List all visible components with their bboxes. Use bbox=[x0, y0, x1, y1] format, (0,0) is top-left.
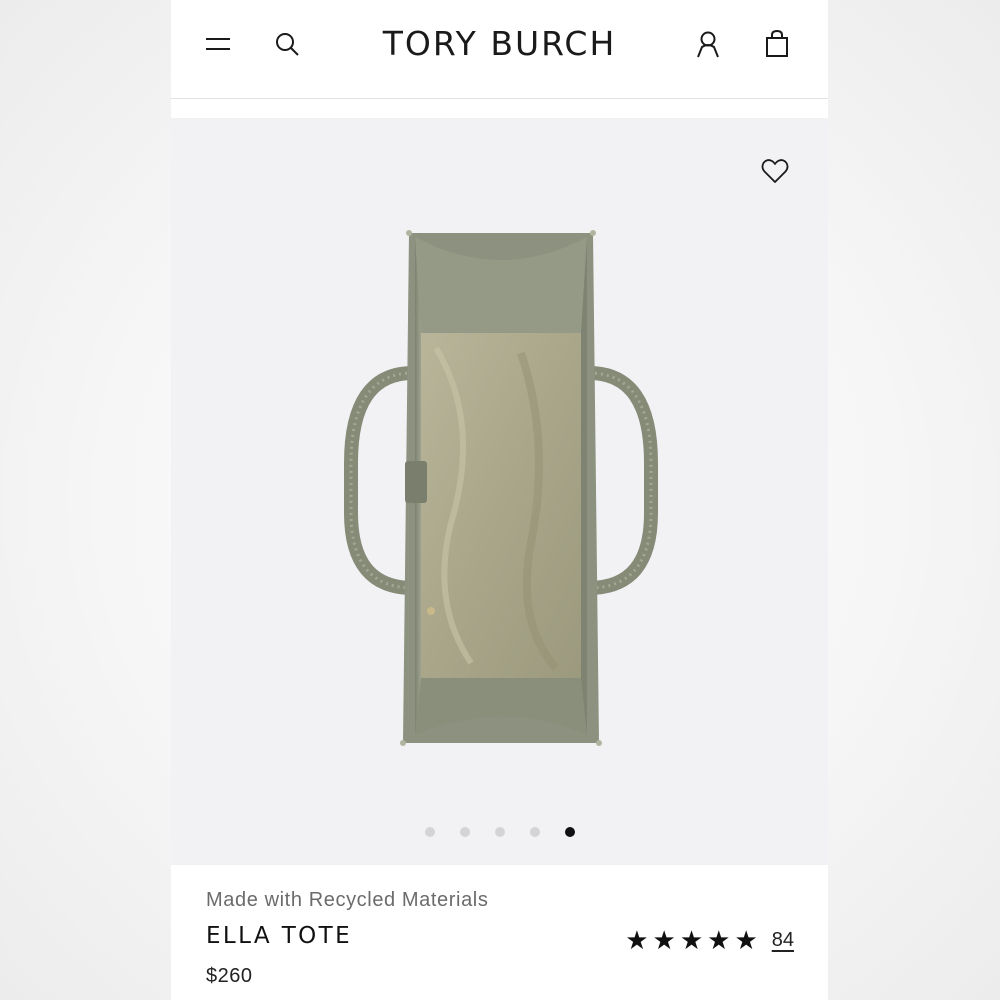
product-rating[interactable]: ★ ★ ★ ★ ★ 84 bbox=[625, 927, 794, 953]
heart-icon[interactable] bbox=[760, 156, 790, 186]
review-count-link[interactable]: 84 bbox=[772, 929, 794, 952]
carousel-dot-1[interactable] bbox=[424, 827, 435, 837]
carousel-pagination bbox=[171, 827, 828, 837]
product-tagline: Made with Recycled Materials bbox=[206, 889, 489, 911]
carousel-dot-5-active[interactable] bbox=[564, 827, 575, 837]
mobile-product-page: TORY BURCH Made with Recycled Materials … bbox=[171, 0, 828, 1000]
star-icon: ★ bbox=[707, 925, 731, 955]
product-price: $260 bbox=[206, 965, 253, 987]
user-icon[interactable] bbox=[690, 28, 726, 60]
product-image-tote bbox=[344, 230, 658, 746]
product-image-gallery[interactable] bbox=[171, 118, 828, 865]
search-icon[interactable] bbox=[269, 28, 305, 60]
site-header: TORY BURCH bbox=[171, 0, 828, 99]
star-icon: ★ bbox=[625, 925, 649, 955]
star-icon: ★ bbox=[734, 925, 758, 955]
product-info: Made with Recycled Materials ELLA TOTE $… bbox=[171, 865, 828, 1000]
shopping-bag-icon[interactable] bbox=[759, 28, 795, 60]
brand-logo[interactable]: TORY BURCH bbox=[321, 24, 678, 63]
carousel-dot-2[interactable] bbox=[459, 827, 470, 837]
carousel-dot-3[interactable] bbox=[494, 827, 505, 837]
star-icon: ★ bbox=[679, 925, 704, 955]
hamburger-menu-icon[interactable] bbox=[200, 28, 236, 60]
star-icon: ★ bbox=[652, 925, 676, 955]
carousel-dot-4[interactable] bbox=[529, 827, 540, 837]
product-name: ELLA TOTE bbox=[206, 923, 353, 949]
